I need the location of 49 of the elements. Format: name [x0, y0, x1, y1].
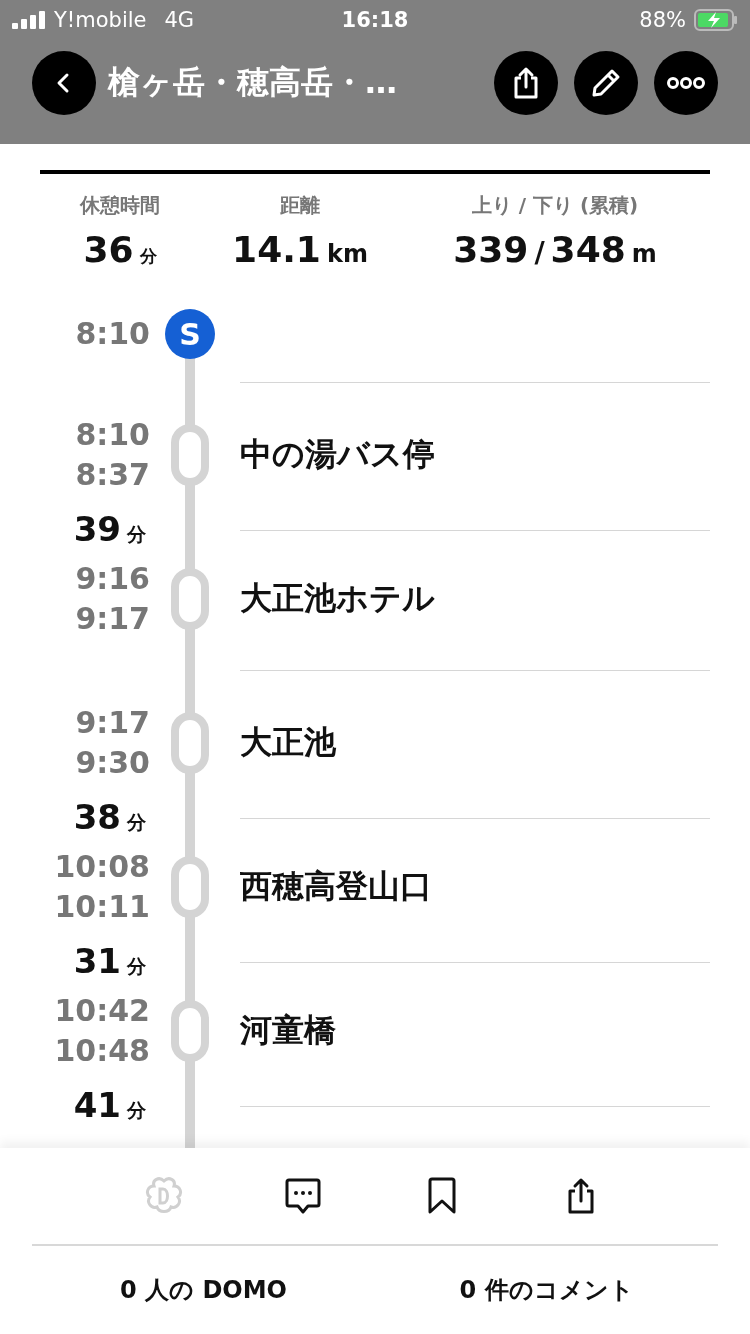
- carrier-name: Y!mobile: [54, 8, 147, 32]
- stop-name[interactable]: 西穂高登山口: [230, 864, 710, 909]
- departure-time: 9:30: [75, 744, 150, 781]
- clock: 16:18: [340, 8, 410, 32]
- comment-count[interactable]: 0 件のコメント: [459, 1274, 634, 1306]
- signal-icon: [12, 11, 46, 29]
- duration-unit: 分: [127, 810, 146, 835]
- arrival-time: 10:08: [54, 848, 150, 885]
- leg-duration: 39: [73, 512, 121, 546]
- battery-percent: 88%: [639, 8, 686, 32]
- stat-label: 距離: [280, 192, 320, 219]
- stat-value: m: [631, 240, 657, 268]
- more-icon: [667, 77, 705, 89]
- arrival-time: 10:42: [54, 992, 150, 1029]
- network-type: 4G: [164, 8, 195, 32]
- departure-time: 10:48: [54, 1032, 150, 1069]
- leg-duration: 31: [73, 944, 121, 978]
- pencil-icon: [590, 67, 622, 99]
- battery-icon: [694, 9, 738, 31]
- stat-value: 36: [83, 229, 134, 270]
- departure-time: 10:11: [54, 888, 150, 925]
- stop-name[interactable]: 大正池: [230, 720, 710, 765]
- stat-value: km: [326, 240, 368, 268]
- duration-unit: 分: [127, 954, 146, 979]
- duration-unit: 分: [127, 522, 146, 547]
- arrival-time: 9:17: [75, 704, 150, 741]
- start-time: 8:10: [75, 316, 150, 352]
- bookmark-icon[interactable]: [426, 1177, 458, 1215]
- stat-value: 分: [139, 245, 157, 268]
- stop-name[interactable]: 河童橋: [230, 1008, 710, 1053]
- duration-unit: 分: [127, 1098, 146, 1123]
- stat-label: 上り / 下り (累積): [471, 192, 639, 219]
- leg-duration: 41: [73, 1088, 121, 1122]
- page-title: 槍ヶ岳・穂高岳・…: [108, 62, 398, 103]
- leg-duration: 38: [73, 800, 121, 834]
- departure-time: 8:37: [75, 456, 150, 493]
- stat-label: 休憩時間: [80, 192, 160, 219]
- arrival-time: 9:16: [75, 560, 150, 597]
- domo-count[interactable]: 0 人の DOMO: [120, 1274, 287, 1306]
- stop-name[interactable]: 大正池ホテル: [230, 576, 710, 621]
- stat-value: 348: [550, 229, 626, 270]
- comment-icon[interactable]: [284, 1177, 322, 1215]
- stat-value: 339: [453, 229, 529, 270]
- departure-time: 9:17: [75, 600, 150, 637]
- stop-name[interactable]: 中の湯バス停: [230, 432, 710, 477]
- start-badge: S: [165, 309, 215, 359]
- stat-value: /: [534, 236, 545, 269]
- stat-value: 14.1: [232, 229, 321, 270]
- arrival-time: 8:10: [75, 416, 150, 453]
